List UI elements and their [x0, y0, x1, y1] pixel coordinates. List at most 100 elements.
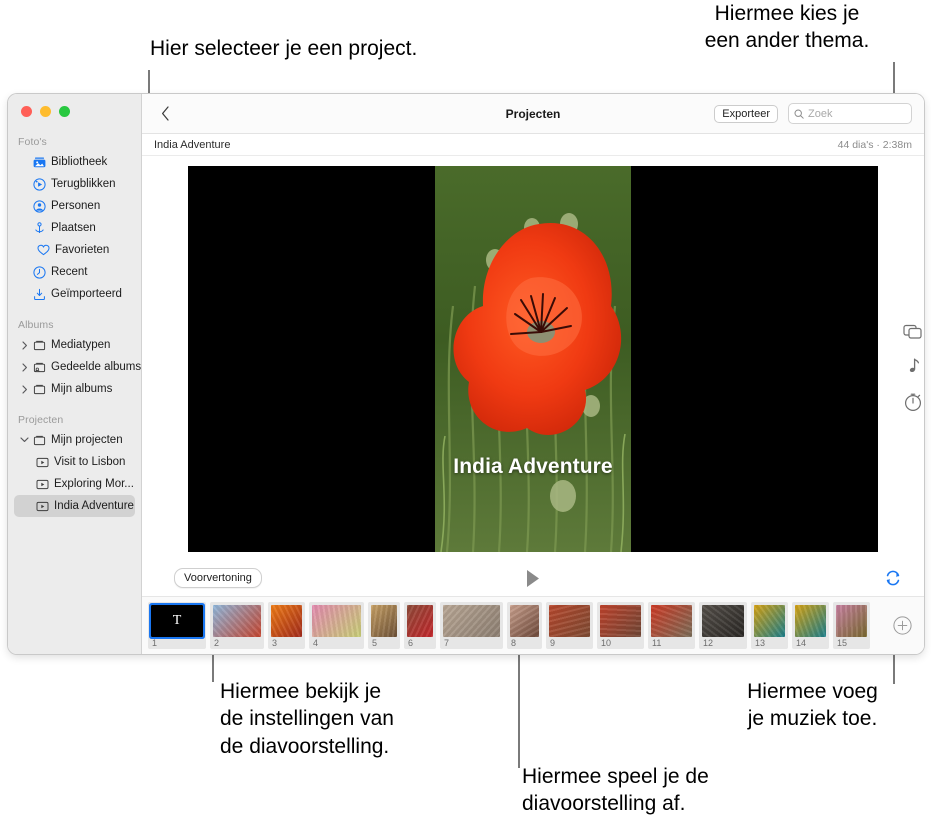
- photo-thumbnail: [312, 605, 361, 637]
- sidebar-item-label: Terugblikken: [51, 178, 116, 190]
- sidebar-item-label: Exploring Mor...: [54, 478, 134, 490]
- filmstrip-thumb[interactable]: 9: [546, 602, 593, 649]
- sidebar-section-header-albums: Albums: [18, 319, 54, 331]
- thumbnail-index: 7: [444, 638, 450, 648]
- thumbnail-index: 4: [313, 638, 319, 648]
- sidebar-item-visit-to-lisbon[interactable]: Visit to Lisbon: [14, 451, 135, 473]
- sidebar-item-gedeelde-albums[interactable]: Gedeelde albums: [14, 356, 141, 378]
- add-slide-button[interactable]: [893, 616, 912, 635]
- plus-circle-icon: [893, 616, 912, 635]
- sidebar-item-mijn-albums[interactable]: Mijn albums: [14, 378, 135, 400]
- chevron-left-icon: [161, 106, 170, 121]
- filmstrip-thumb[interactable]: 2: [210, 602, 264, 649]
- filmstrip-thumb[interactable]: 14: [792, 602, 829, 649]
- thumbnail-texture: [312, 605, 361, 637]
- play-button[interactable]: [522, 567, 544, 589]
- filmstrip-thumb[interactable]: 6: [404, 602, 436, 649]
- sidebar-item-label: Gedeelde albums: [51, 361, 142, 373]
- filmstrip-thumb[interactable]: 11: [648, 602, 695, 649]
- chevron-down-icon[interactable]: [18, 437, 31, 443]
- sidebar-item-label: Bibliotheek: [51, 156, 108, 168]
- filmstrip-thumb[interactable]: 5: [368, 602, 400, 649]
- thumbnail-index: 9: [550, 638, 556, 648]
- timer-icon: [903, 392, 923, 412]
- chevron-right-icon[interactable]: [18, 384, 31, 394]
- sidebar-item-plaatsen[interactable]: Plaatsen: [14, 217, 135, 239]
- main-pane: Projecten Exporteer Zoek India Adventure…: [142, 94, 924, 654]
- heart-icon: [35, 244, 52, 256]
- sidebar-item-exploring-mor[interactable]: Exploring Mor...: [14, 473, 135, 495]
- sidebar-item-label: Plaatsen: [51, 222, 96, 234]
- filmstrip-thumb[interactable]: 13: [751, 602, 788, 649]
- photo-thumbnail: [549, 605, 590, 637]
- photo-thumbnail: [836, 605, 867, 637]
- minimize-button[interactable]: [40, 106, 51, 117]
- filmstrip-thumb[interactable]: 3: [268, 602, 305, 649]
- play-icon: [525, 569, 541, 588]
- photo-thumbnail: [702, 605, 744, 637]
- search-field[interactable]: Zoek: [788, 103, 912, 124]
- sidebar-item-terugblikken[interactable]: Terugblikken: [14, 173, 135, 195]
- sidebar-item-bibliotheek[interactable]: Bibliotheek: [14, 151, 135, 173]
- sidebar-item-recent[interactable]: Recent: [14, 261, 135, 283]
- preview-button[interactable]: Voorvertoning: [174, 568, 262, 588]
- slide-preview-stage: India Adventure: [142, 156, 924, 561]
- filmstrip: T 1 2 3 4 5 6 7 8 9 10 11 12 13 14 15: [142, 597, 924, 654]
- library-icon: [31, 156, 48, 168]
- toolbar: Projecten Exporteer Zoek: [142, 94, 924, 134]
- sidebar-item-label: Mijn albums: [51, 383, 113, 395]
- photo-thumbnail: [600, 605, 641, 637]
- slide-canvas: India Adventure: [188, 165, 878, 552]
- folder-icon: [31, 434, 48, 446]
- thumbnail-texture: [600, 605, 641, 637]
- toolbar-right-group: Exporteer Zoek: [714, 103, 912, 124]
- thumbnail-index: 11: [652, 638, 662, 648]
- filmstrip-thumb[interactable]: 7: [440, 602, 503, 649]
- project-info-bar: India Adventure 44 dia's · 2:38m: [142, 134, 924, 156]
- filmstrip-thumb[interactable]: T1: [148, 602, 206, 649]
- filmstrip-thumb[interactable]: 4: [309, 602, 364, 649]
- filmstrip-thumb[interactable]: 12: [699, 602, 747, 649]
- callout-choose-theme: Hiermee kies je een ander thema.: [704, 2, 870, 53]
- sidebar-item-personen[interactable]: Personen: [14, 195, 135, 217]
- places-icon: [31, 221, 48, 235]
- sidebar-item-geimporteerd[interactable]: Geïmporteerd: [14, 283, 135, 305]
- sidebar-scroll: Foto's Bibliotheek Terugblikken Personen…: [8, 94, 141, 517]
- zoom-button[interactable]: [59, 106, 70, 117]
- thumbnail-index: 12: [703, 638, 714, 648]
- photo-thumbnail: [407, 605, 433, 637]
- close-button[interactable]: [21, 106, 32, 117]
- shared-folder-icon: [31, 361, 48, 373]
- thumbnail-texture: [443, 605, 500, 637]
- photo-thumbnail: [754, 605, 785, 637]
- back-button[interactable]: [154, 103, 176, 125]
- project-meta: 44 dia's · 2:38m: [837, 138, 912, 151]
- chevron-right-icon[interactable]: [18, 340, 31, 350]
- photo-thumbnail: [651, 605, 692, 637]
- thumbnail-texture: [510, 605, 539, 637]
- music-note-icon: [903, 357, 921, 377]
- sidebar-item-label: Recent: [51, 266, 88, 278]
- loop-button[interactable]: [884, 569, 902, 587]
- export-button[interactable]: Exporteer: [714, 104, 778, 123]
- sidebar-item-favorieten[interactable]: Favorieten: [14, 239, 135, 261]
- filmstrip-thumb[interactable]: 10: [597, 602, 644, 649]
- sidebar-item-mediatypen[interactable]: Mediatypen: [14, 334, 135, 356]
- slide-title: India Adventure: [453, 454, 613, 478]
- callout-slideshow-settings: Hiermee bekijk je de instellingen van de…: [220, 680, 394, 758]
- theme-button[interactable]: [903, 322, 925, 342]
- search-icon: [794, 108, 804, 119]
- duration-button[interactable]: [903, 392, 923, 412]
- sidebar-item-label: India Adventure: [54, 500, 134, 512]
- slideshow-icon: [34, 501, 51, 512]
- filmstrip-thumb[interactable]: 8: [507, 602, 542, 649]
- poppy-photo-graphic: [435, 165, 631, 552]
- music-button[interactable]: [903, 357, 921, 377]
- sidebar-item-india-adventure[interactable]: India Adventure: [14, 495, 135, 517]
- chevron-right-icon[interactable]: [18, 362, 31, 372]
- photo-thumbnail: [443, 605, 500, 637]
- memories-icon: [31, 177, 48, 191]
- search-placeholder: Zoek: [808, 107, 833, 120]
- sidebar-item-mijn-projecten[interactable]: Mijn projecten: [14, 429, 135, 451]
- filmstrip-thumb[interactable]: 15: [833, 602, 870, 649]
